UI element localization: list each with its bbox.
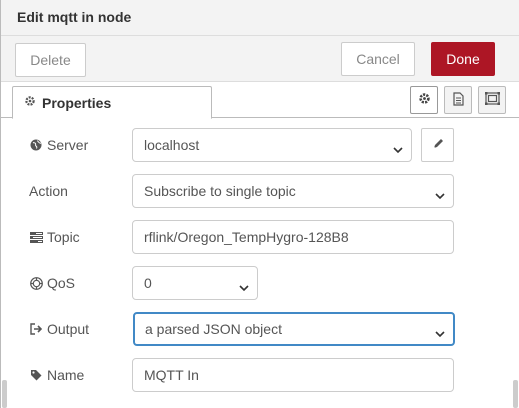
server-value: localhost bbox=[144, 137, 200, 153]
tray-title: Edit mqtt in node bbox=[17, 9, 132, 25]
topic-label-text: Topic bbox=[47, 229, 80, 245]
output-select[interactable]: a parsed JSON object bbox=[133, 312, 455, 346]
action-select[interactable]: Subscribe to single topic bbox=[132, 174, 454, 208]
tab-properties[interactable]: Properties bbox=[12, 86, 212, 119]
tasks-icon bbox=[29, 231, 43, 243]
tray-toolbar: Delete Cancel Done bbox=[1, 36, 519, 82]
topic-input[interactable]: rflink/Oregon_TempHygro-128B8 bbox=[132, 220, 454, 254]
chevron-down-icon bbox=[435, 187, 445, 200]
action-value: Subscribe to single topic bbox=[144, 183, 296, 199]
tabs-bar: Properties bbox=[1, 82, 519, 119]
resize-handle-left[interactable] bbox=[2, 380, 7, 408]
delete-button[interactable]: Delete bbox=[15, 43, 86, 77]
qos-value: 0 bbox=[144, 275, 152, 291]
globe-icon bbox=[29, 139, 43, 151]
output-value: a parsed JSON object bbox=[145, 321, 282, 337]
qos-select[interactable]: 0 bbox=[132, 266, 258, 300]
server-label: Server bbox=[29, 128, 129, 162]
gear-icon bbox=[418, 92, 431, 108]
tab-description[interactable] bbox=[444, 86, 472, 114]
chevron-down-icon bbox=[393, 141, 403, 154]
tag-icon bbox=[29, 369, 43, 381]
chevron-down-icon bbox=[239, 279, 249, 292]
name-value: MQTT In bbox=[144, 367, 199, 383]
file-text-icon bbox=[452, 91, 464, 109]
gear-icon bbox=[24, 95, 36, 110]
topic-value: rflink/Oregon_TempHygro-128B8 bbox=[144, 229, 349, 245]
name-label-text: Name bbox=[47, 367, 85, 383]
cancel-button[interactable]: Cancel bbox=[341, 42, 415, 76]
tray-header: Edit mqtt in node bbox=[1, 0, 519, 36]
name-label: Name bbox=[29, 358, 129, 392]
server-label-text: Server bbox=[47, 137, 89, 153]
edit-tray: Edit mqtt in node Delete Cancel Done Pro… bbox=[0, 0, 519, 408]
scrollbar-right[interactable] bbox=[513, 380, 518, 408]
sign-out-icon bbox=[29, 323, 43, 335]
chevron-down-icon bbox=[435, 325, 445, 338]
output-label-text: Output bbox=[47, 321, 90, 337]
server-select[interactable]: localhost bbox=[132, 128, 412, 162]
empire-icon bbox=[29, 276, 43, 290]
tab-appearance[interactable] bbox=[478, 86, 506, 114]
action-label: Action bbox=[29, 183, 68, 199]
topic-label: Topic bbox=[29, 220, 129, 254]
pencil-icon bbox=[432, 137, 444, 153]
tab-settings[interactable] bbox=[410, 86, 438, 114]
done-button[interactable]: Done bbox=[431, 42, 495, 76]
edit-server-button[interactable] bbox=[421, 128, 454, 162]
tab-properties-label: Properties bbox=[42, 94, 112, 111]
qos-label-text: QoS bbox=[47, 275, 76, 291]
output-label: Output bbox=[29, 312, 129, 346]
object-group-icon bbox=[484, 92, 500, 108]
qos-label: QoS bbox=[29, 266, 129, 300]
name-input[interactable]: MQTT In bbox=[132, 358, 454, 392]
